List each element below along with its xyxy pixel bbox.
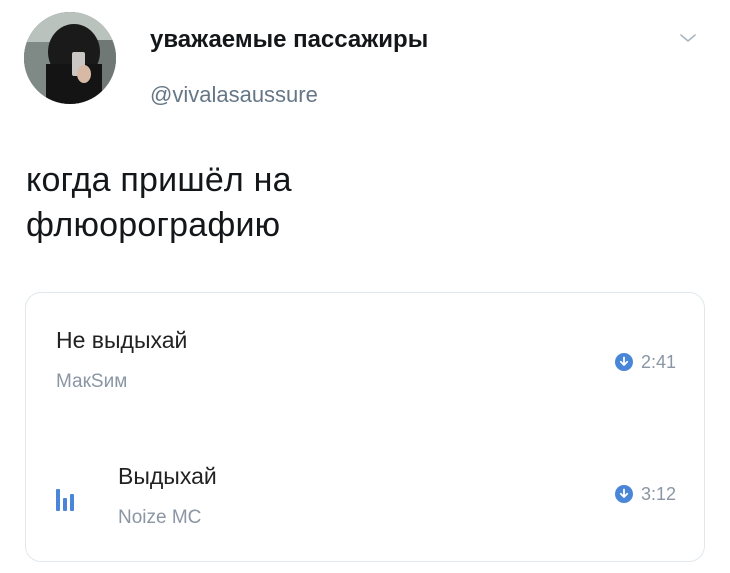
avatar-image bbox=[24, 12, 116, 104]
chevron-down-icon[interactable] bbox=[676, 26, 700, 50]
track-artist[interactable]: Noize MC bbox=[118, 507, 201, 529]
avatar[interactable] bbox=[24, 12, 116, 104]
author-name[interactable]: уважаемые пассажиры bbox=[150, 26, 428, 54]
equalizer-icon[interactable] bbox=[56, 489, 82, 511]
download-icon[interactable] bbox=[614, 353, 633, 371]
track-artist[interactable]: МакSим bbox=[56, 371, 127, 393]
track-title: Не выдыхай bbox=[56, 327, 188, 353]
audio-track[interactable]: Не выдыхай МакSим 2:41 bbox=[26, 315, 704, 415]
audio-track[interactable]: Выдыхай Noize MC 3:12 bbox=[26, 451, 704, 551]
track-download: 3:12 bbox=[614, 483, 676, 505]
track-title: Выдыхай bbox=[118, 463, 217, 489]
track-duration: 3:12 bbox=[640, 483, 676, 504]
author-handle[interactable]: @vivalasaussure bbox=[150, 82, 318, 108]
track-download: 2:41 bbox=[614, 351, 676, 373]
download-icon[interactable] bbox=[614, 485, 633, 503]
tweet-text: когда пришёл на флюорографию bbox=[26, 161, 292, 244]
track-duration: 2:41 bbox=[640, 351, 676, 372]
audio-card: Не выдыхай МакSим 2:41 Выдыхай Noize MC bbox=[25, 292, 705, 562]
